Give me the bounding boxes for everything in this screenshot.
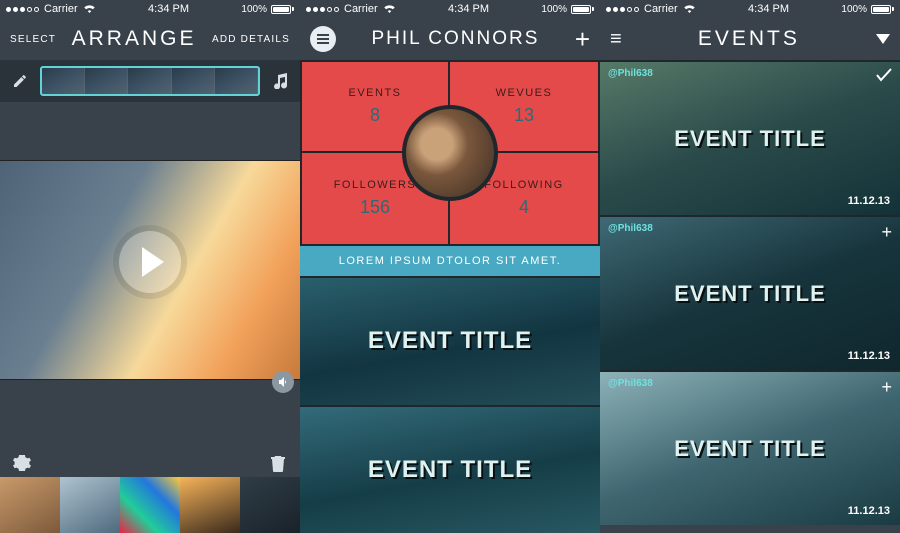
avatar[interactable] bbox=[402, 105, 498, 201]
event-card[interactable]: EVENT TITLE bbox=[300, 405, 600, 533]
event-handle: @Phil638 bbox=[608, 68, 653, 79]
screen-events: Carrier 4:34 PM 100% ≡ EVENTS @Phil638 E… bbox=[600, 0, 900, 533]
dropdown-icon[interactable] bbox=[876, 34, 890, 44]
battery-pct: 100% bbox=[241, 4, 267, 15]
event-title: EVENT TITLE bbox=[674, 281, 826, 307]
header-bar: ≡ EVENTS bbox=[600, 18, 900, 60]
event-date: 11.12.13 bbox=[848, 350, 890, 362]
screen-arrange: Carrier 4:34 PM 100% SELECT ARRANGE ADD … bbox=[0, 0, 300, 533]
volume-badge-icon[interactable] bbox=[272, 371, 294, 393]
event-title: EVENT TITLE bbox=[674, 436, 826, 462]
carrier-label: Carrier bbox=[344, 3, 378, 15]
battery-icon bbox=[271, 5, 294, 14]
event-handle: @Phil638 bbox=[608, 223, 653, 234]
settings-icon[interactable] bbox=[10, 451, 34, 475]
event-card[interactable]: @Phil638 + EVENT TITLE 11.12.13 bbox=[600, 370, 900, 525]
status-bar: Carrier 4:34 PM 100% bbox=[0, 0, 300, 18]
play-button[interactable] bbox=[119, 231, 181, 293]
wifi-icon bbox=[683, 4, 696, 14]
battery-pct: 100% bbox=[541, 4, 567, 15]
event-handle: @Phil638 bbox=[608, 378, 653, 389]
menu-icon[interactable] bbox=[310, 26, 336, 52]
event-card[interactable]: @Phil638 EVENT TITLE 11.12.13 bbox=[600, 60, 900, 215]
stats-grid: EVENTS 8 WEVUES 13 FOLLOWERS 156 FOLLOWI… bbox=[300, 60, 600, 246]
play-icon bbox=[142, 247, 164, 277]
timeline-bar bbox=[0, 60, 300, 102]
thumbnail[interactable] bbox=[240, 477, 300, 533]
status-time: 4:34 PM bbox=[148, 3, 189, 15]
status-bar: Carrier 4:34 PM 100% bbox=[600, 0, 900, 18]
page-title: ARRANGE bbox=[72, 27, 197, 51]
check-icon[interactable] bbox=[876, 68, 892, 82]
thumbnail-tray[interactable] bbox=[0, 477, 300, 533]
battery-pct: 100% bbox=[841, 4, 867, 15]
wifi-icon bbox=[383, 4, 396, 14]
thumbnail[interactable] bbox=[180, 477, 240, 533]
wifi-icon bbox=[83, 4, 96, 14]
signal-dots-icon bbox=[6, 7, 39, 12]
event-card[interactable]: EVENT TITLE bbox=[300, 276, 600, 405]
thumbnail[interactable] bbox=[60, 477, 120, 533]
header-bar: SELECT ARRANGE ADD DETAILS bbox=[0, 18, 300, 60]
select-button[interactable]: SELECT bbox=[10, 34, 56, 45]
trash-icon[interactable] bbox=[266, 451, 290, 475]
thumbnail[interactable] bbox=[120, 477, 180, 533]
event-date: 11.12.13 bbox=[848, 195, 890, 207]
event-date: 11.12.13 bbox=[848, 505, 890, 517]
add-icon[interactable]: + bbox=[881, 378, 892, 396]
signal-dots-icon bbox=[306, 7, 339, 12]
battery-icon bbox=[571, 5, 594, 14]
music-icon[interactable] bbox=[268, 69, 292, 93]
edit-icon[interactable] bbox=[8, 69, 32, 93]
event-title: EVENT TITLE bbox=[368, 327, 532, 355]
status-time: 4:34 PM bbox=[748, 3, 789, 15]
status-bar: Carrier 4:34 PM 100% bbox=[300, 0, 600, 18]
status-time: 4:34 PM bbox=[448, 3, 489, 15]
add-details-button[interactable]: ADD DETAILS bbox=[212, 34, 290, 45]
signal-dots-icon bbox=[606, 7, 639, 12]
carrier-label: Carrier bbox=[644, 3, 678, 15]
clip-strip[interactable] bbox=[40, 66, 260, 96]
event-title: EVENT TITLE bbox=[368, 456, 532, 484]
menu-icon[interactable]: ≡ bbox=[610, 28, 622, 51]
header-bar: PHIL CONNORS + bbox=[300, 18, 600, 60]
event-title: EVENT TITLE bbox=[674, 126, 826, 152]
screen-profile: Carrier 4:34 PM 100% PHIL CONNORS + EVEN… bbox=[300, 0, 600, 533]
thumbnail[interactable] bbox=[0, 477, 60, 533]
bottom-toolbar bbox=[0, 449, 300, 477]
add-button[interactable]: + bbox=[575, 26, 590, 52]
bio-bar: LOREM IPSUM DTOLOR SIT AMET. bbox=[300, 246, 600, 276]
carrier-label: Carrier bbox=[44, 3, 78, 15]
page-title: PHIL CONNORS bbox=[371, 28, 539, 50]
page-title: EVENTS bbox=[698, 27, 800, 51]
add-icon[interactable]: + bbox=[881, 223, 892, 241]
event-card[interactable]: @Phil638 + EVENT TITLE 11.12.13 bbox=[600, 215, 900, 370]
battery-icon bbox=[871, 5, 894, 14]
preview-area bbox=[0, 102, 300, 449]
